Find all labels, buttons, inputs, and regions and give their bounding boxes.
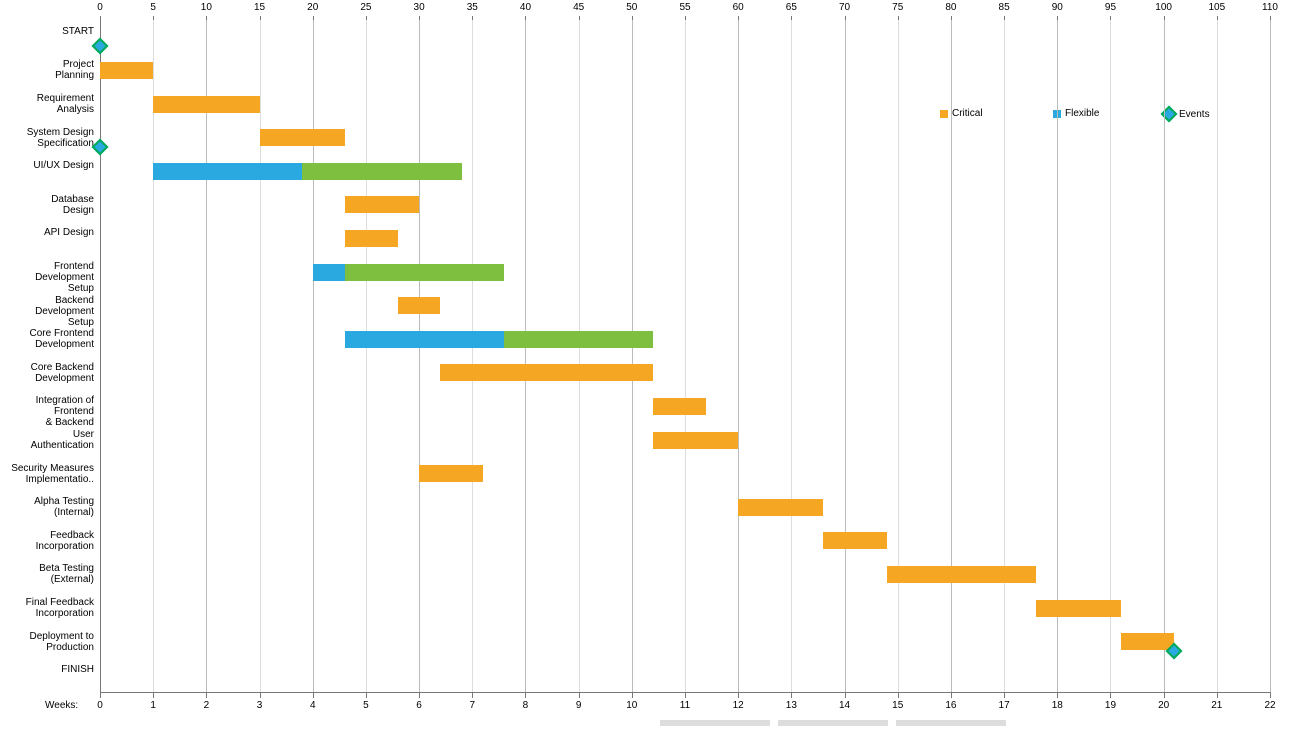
gantt-bar-critical xyxy=(345,196,419,213)
gantt-chart: 0510152025303540455055606570758085909510… xyxy=(0,0,1300,740)
top-tick: 110 xyxy=(1262,2,1278,13)
top-tick: 40 xyxy=(520,2,531,13)
bottom-tick: 10 xyxy=(626,700,637,711)
top-tick: 10 xyxy=(201,2,212,13)
task-label: Deployment toProduction xyxy=(6,631,94,653)
legend-item-events: Events xyxy=(1163,108,1210,120)
gantt-bar-critical xyxy=(419,465,483,482)
top-tick: 105 xyxy=(1208,2,1225,13)
task-label: Alpha Testing(Internal) xyxy=(6,496,94,518)
top-tick: 90 xyxy=(1052,2,1063,13)
gantt-bar-critical xyxy=(823,532,887,549)
top-axis: 0 5 10 15 20 25 30 35 40 45 50 55 60 65 70 75 80 85 90 95 10… xyxy=(100,0,1270,20)
gantt-bar-critical xyxy=(440,364,653,381)
top-tick: 95 xyxy=(1105,2,1116,13)
top-tick: 100 xyxy=(1155,2,1172,13)
bottom-tick: 8 xyxy=(523,700,529,711)
legend-label: Events xyxy=(1179,109,1210,120)
task-label: START xyxy=(6,26,94,37)
bottom-tick: 16 xyxy=(945,700,956,711)
bottom-tick: 0 xyxy=(97,700,103,711)
gantt-bar-critical xyxy=(153,96,259,113)
footer-decoration xyxy=(660,720,1006,732)
gantt-bar-critical xyxy=(260,129,345,146)
task-label: Frontend DevelopmentSetup xyxy=(6,261,94,294)
top-tick: 75 xyxy=(892,2,903,13)
task-label: Security MeasuresImplementatio.. xyxy=(6,463,94,485)
bottom-tick: 3 xyxy=(257,700,263,711)
top-tick: 30 xyxy=(414,2,425,13)
legend-item-flexible: Flexible xyxy=(1053,108,1099,119)
top-tick: 45 xyxy=(573,2,584,13)
bottom-tick: 4 xyxy=(310,700,316,711)
gantt-bar-slack xyxy=(345,264,505,281)
bottom-axis: 012345678910111213141516171819202122 xyxy=(100,692,1270,712)
bottom-tick: 12 xyxy=(733,700,744,711)
bottom-tick: 11 xyxy=(680,700,690,711)
gantt-bar-flexible xyxy=(345,331,505,348)
bottom-tick: 17 xyxy=(999,700,1010,711)
task-label: Beta Testing(External) xyxy=(6,563,94,585)
bottom-tick: 13 xyxy=(786,700,797,711)
task-label: Final FeedbackIncorporation xyxy=(6,597,94,619)
bottom-tick: 15 xyxy=(892,700,903,711)
bottom-tick: 21 xyxy=(1211,700,1222,711)
top-tick: 55 xyxy=(679,2,690,13)
top-tick: 50 xyxy=(626,2,637,13)
bottom-tick: 19 xyxy=(1105,700,1116,711)
gantt-bar-critical xyxy=(738,499,823,516)
gantt-bar-critical xyxy=(1036,600,1121,617)
task-label: API Design xyxy=(6,227,94,238)
task-label: UserAuthentication xyxy=(6,429,94,451)
gantt-bar-flexible xyxy=(153,163,302,180)
bottom-tick: 20 xyxy=(1158,700,1169,711)
bottom-tick: 6 xyxy=(416,700,422,711)
top-tick: 85 xyxy=(999,2,1010,13)
gantt-bar-flexible xyxy=(313,264,345,281)
top-tick: 15 xyxy=(254,2,265,13)
top-tick: 60 xyxy=(733,2,744,13)
top-tick: 25 xyxy=(360,2,371,13)
task-label: ProjectPlanning xyxy=(6,59,94,81)
task-label: System DesignSpecification xyxy=(6,127,94,149)
bottom-tick: 18 xyxy=(1052,700,1063,711)
gantt-bar-slack xyxy=(302,163,462,180)
task-label: DatabaseDesign xyxy=(6,194,94,216)
task-label: Core BackendDevelopment xyxy=(6,362,94,384)
top-tick: 70 xyxy=(839,2,850,13)
bottom-tick: 1 xyxy=(150,700,156,711)
top-tick: 0 xyxy=(97,2,103,13)
top-tick: 80 xyxy=(945,2,956,13)
legend-label: Critical xyxy=(952,108,983,119)
bottom-tick: 22 xyxy=(1264,700,1275,711)
gantt-bar-critical xyxy=(398,297,441,314)
task-label: Integration of Frontend& Backend xyxy=(6,395,94,428)
task-label: FeedbackIncorporation xyxy=(6,530,94,552)
top-tick: 35 xyxy=(467,2,478,13)
gantt-bar-critical xyxy=(887,566,1036,583)
task-label: UI/UX Design xyxy=(6,160,94,171)
task-label: Backend DevelopmentSetup xyxy=(6,295,94,328)
bottom-tick: 7 xyxy=(469,700,475,711)
legend-swatch-critical xyxy=(940,110,948,118)
bottom-tick: 5 xyxy=(363,700,369,711)
gantt-bar-critical xyxy=(653,398,706,415)
legend-label: Flexible xyxy=(1065,108,1099,119)
top-tick: 65 xyxy=(786,2,797,13)
gantt-bar-critical xyxy=(345,230,398,247)
bottom-tick: 14 xyxy=(839,700,850,711)
bottom-tick: 2 xyxy=(204,700,210,711)
task-label: Core FrontendDevelopment xyxy=(6,328,94,350)
task-label: RequirementAnalysis xyxy=(6,93,94,115)
bottom-axis-label: Weeks: xyxy=(45,700,78,711)
top-tick: 5 xyxy=(150,2,156,13)
gantt-bar-slack xyxy=(504,331,653,348)
task-label: FINISH xyxy=(6,664,94,675)
gantt-bar-critical xyxy=(653,432,738,449)
top-tick: 20 xyxy=(307,2,318,13)
gantt-bar-critical xyxy=(1121,633,1174,650)
gantt-bar-critical xyxy=(100,62,153,79)
bottom-tick: 9 xyxy=(576,700,582,711)
legend-item-critical: Critical xyxy=(940,108,983,119)
